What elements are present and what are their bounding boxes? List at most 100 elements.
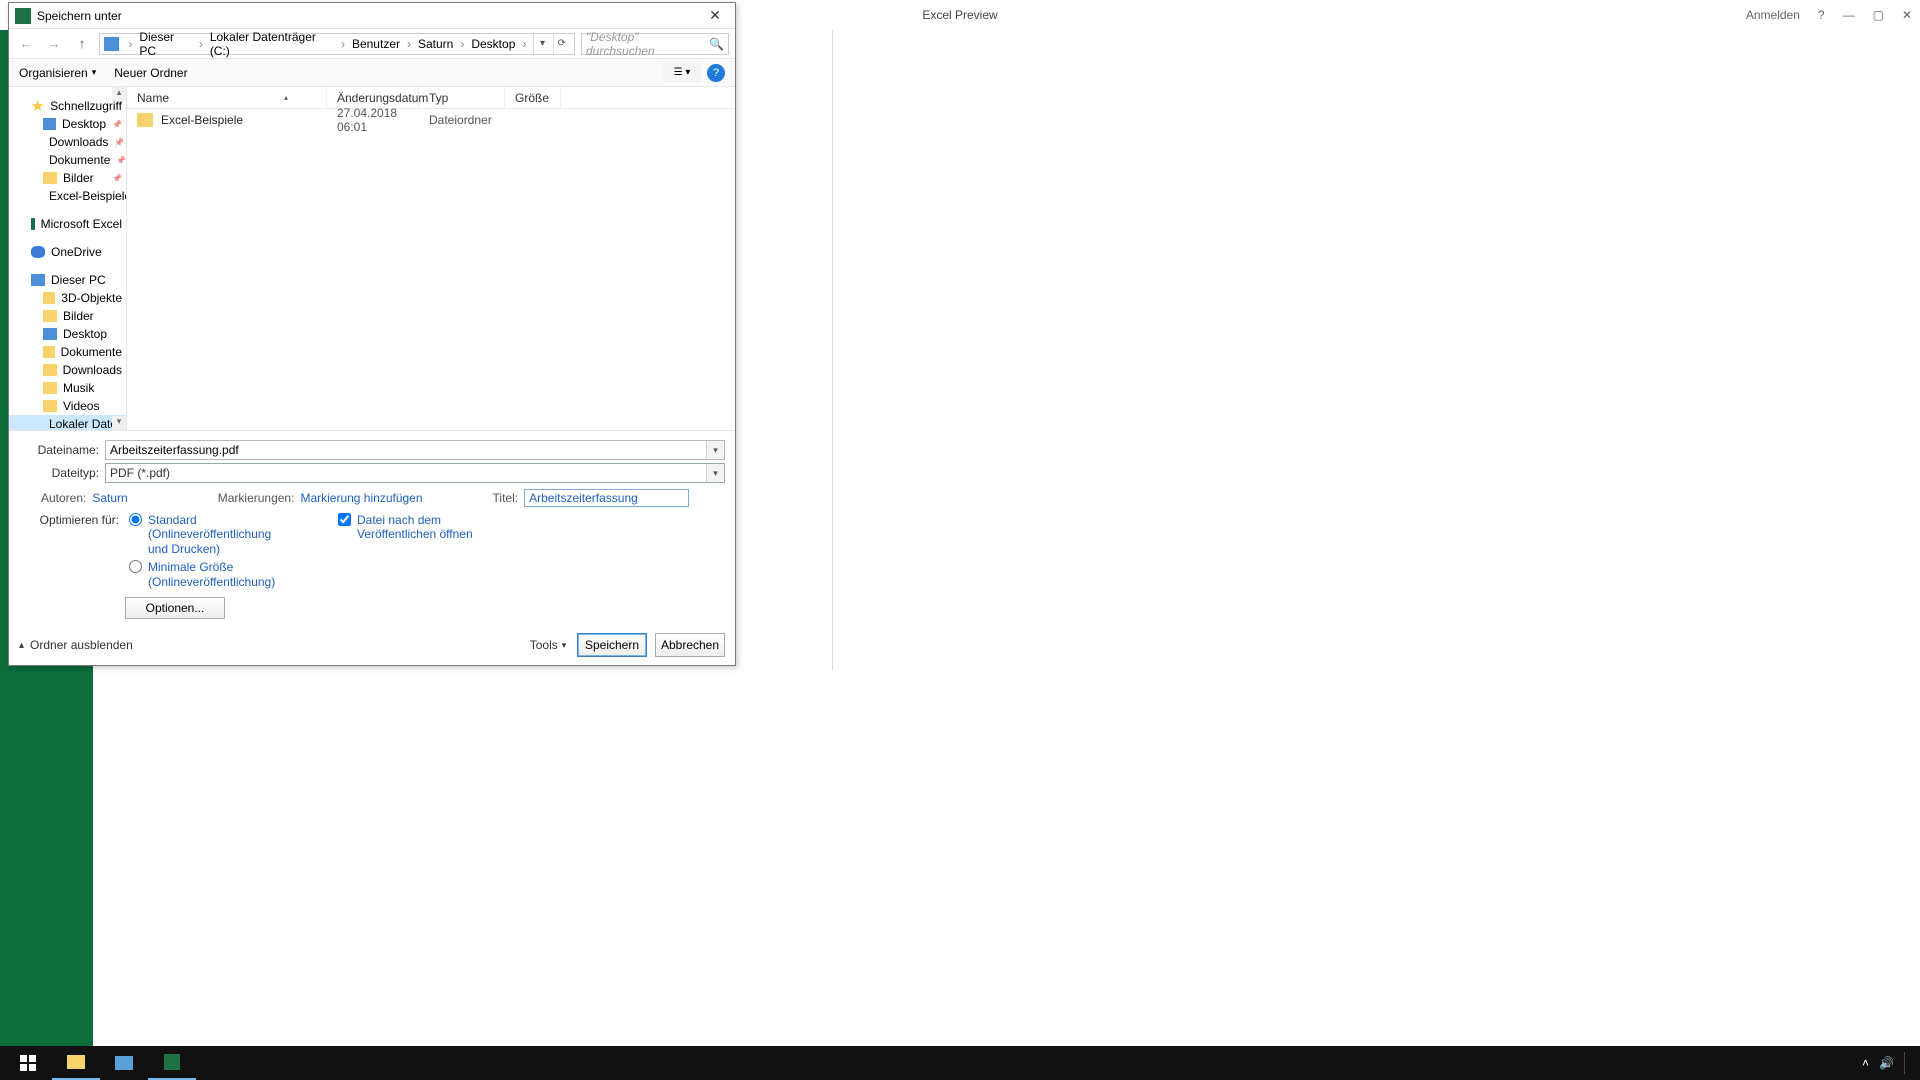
sign-in-link[interactable]: Anmelden [1746,8,1800,22]
nav-quick-access[interactable]: Schnellzugriff [9,97,126,115]
file-name: Excel-Beispiele [161,113,337,127]
nav-pictures[interactable]: Bilder [9,169,126,187]
chevron-down-icon: ▾ [562,640,567,651]
col-size[interactable]: Größe [505,87,561,108]
cancel-button[interactable]: Abbrechen [655,633,725,657]
taskbar-app[interactable] [100,1046,148,1080]
maximize-icon[interactable]: ▢ [1873,8,1884,22]
taskbar-explorer[interactable] [52,1046,100,1080]
breadcrumb[interactable]: › Dieser PC › Lokaler Datenträger (C:) ›… [99,33,575,55]
nav-ms-excel[interactable]: Microsoft Excel [9,215,126,233]
title-label: Titel: [493,491,519,505]
tray-up-icon[interactable]: ˄ [1862,1056,1869,1070]
view-mode-button[interactable]: ☰ ▾ [663,63,701,83]
address-bar-row: ← → ↑ › Dieser PC › Lokaler Datenträger … [9,29,735,59]
bc-users[interactable]: Benutzer [350,37,402,51]
file-list[interactable]: Excel-Beispiele 27.04.2018 06:01 Dateior… [127,109,735,430]
nav-local-disk[interactable]: Lokaler Datenträ [9,415,126,430]
nav-videos[interactable]: Videos [9,397,126,415]
folder-icon [67,1055,85,1069]
optimize-label: Optimieren für: [19,513,119,527]
forward-button[interactable]: → [43,33,65,55]
bc-saturn[interactable]: Saturn [416,37,455,51]
nav-excel-beispiele[interactable]: Excel-Beispiele [9,187,126,205]
open-after-checkbox[interactable]: Datei nach dem Veröffentlichen öffnen [338,513,497,542]
filename-label: Dateiname: [19,443,105,457]
options-button[interactable]: Optionen... [125,597,225,619]
nav-onedrive[interactable]: OneDrive [9,243,126,261]
nav-desktop2[interactable]: Desktop [9,325,126,343]
file-list-area: Name▴ Änderungsdatum Typ Größe Excel-Bei… [127,87,735,430]
bc-disk[interactable]: Lokaler Datenträger (C:) [208,30,336,58]
taskbar-excel[interactable] [148,1046,196,1080]
organize-menu[interactable]: Organisieren ▾ [19,66,96,80]
nav-music[interactable]: Musik [9,379,126,397]
up-button[interactable]: ↑ [71,33,93,55]
help-icon[interactable]: ? [1818,8,1825,22]
file-date: 27.04.2018 06:01 [337,106,429,134]
title-input[interactable] [524,489,689,507]
close-dialog-button[interactable]: ✕ [695,7,735,24]
excel-icon [164,1054,180,1070]
authors-value[interactable]: Saturn [92,491,127,505]
refresh-button[interactable]: ⟳ [553,34,570,54]
back-button[interactable]: ← [15,33,37,55]
sort-indicator-icon: ▴ [284,93,316,102]
hide-folders-toggle[interactable]: ▴ Ordner ausblenden [19,638,133,652]
optimize-radios: Standard (Onlineveröffentlichung und Dru… [129,513,288,589]
search-icon: 🔍 [709,37,724,51]
chevron-down-icon: ▾ [92,67,97,78]
filetype-select[interactable]: PDF (*.pdf) ▾ [105,463,725,483]
nav-3d-objects[interactable]: 3D-Objekte [9,289,126,307]
col-type[interactable]: Typ [419,87,505,108]
nav-documents2[interactable]: Dokumente [9,343,126,361]
app-icon [115,1056,133,1070]
navigation-pane[interactable]: ▴ Schnellzugriff Desktop Downloads Dokum… [9,87,127,430]
search-input[interactable]: "Desktop" durchsuchen 🔍 [581,33,729,55]
tools-menu[interactable]: Tools ▾ [527,634,569,656]
toolbar: Organisieren ▾ Neuer Ordner ☰ ▾ ? [9,59,735,87]
nav-this-pc[interactable]: Dieser PC [9,271,126,289]
file-row[interactable]: Excel-Beispiele 27.04.2018 06:01 Dateior… [127,109,735,131]
nav-desktop[interactable]: Desktop [9,115,126,133]
new-folder-button[interactable]: Neuer Ordner [114,66,187,80]
tags-label: Markierungen: [218,491,295,505]
bc-desktop[interactable]: Desktop [469,37,517,51]
filename-field[interactable] [110,443,720,457]
bc-this-pc[interactable]: Dieser PC [137,30,193,58]
show-desktop[interactable] [1904,1052,1910,1074]
col-date[interactable]: Änderungsdatum [327,87,419,108]
search-placeholder: "Desktop" durchsuchen [586,30,709,58]
authors-label: Autoren: [41,491,86,505]
nav-downloads[interactable]: Downloads [9,133,126,151]
close-excel-icon[interactable]: ✕ [1902,8,1912,22]
filetype-dropdown[interactable]: ▾ [706,464,724,482]
excel-file-icon [15,8,31,24]
tags-value[interactable]: Markierung hinzufügen [300,491,422,505]
scroll-up-icon[interactable]: ▴ [112,87,126,101]
col-name[interactable]: Name▴ [127,87,327,108]
filetype-label: Dateityp: [19,466,105,480]
taskbar[interactable]: ˄ 🔊 [0,1046,1920,1080]
folder-icon [137,113,153,127]
radio-minimal[interactable]: Minimale Größe (Onlineveröffentlichung) [129,560,288,589]
dialog-title: Speichern unter [37,9,122,23]
filename-dropdown[interactable]: ▾ [706,441,724,459]
filetype-value: PDF (*.pdf) [110,466,170,480]
dialog-titlebar: Speichern unter ✕ [9,3,735,29]
chevron-up-icon: ▴ [19,640,24,651]
scroll-down-icon[interactable]: ▾ [112,416,126,430]
start-button[interactable] [4,1046,52,1080]
nav-documents[interactable]: Dokumente [9,151,126,169]
volume-icon[interactable]: 🔊 [1879,1056,1894,1070]
minimize-icon[interactable]: — [1843,8,1855,22]
radio-standard[interactable]: Standard (Onlineveröffentlichung und Dru… [129,513,288,556]
breadcrumb-dropdown[interactable]: ▾ [533,34,550,54]
help-button[interactable]: ? [707,64,725,82]
excel-title: Excel Preview [922,8,997,22]
nav-downloads2[interactable]: Downloads [9,361,126,379]
breadcrumb-sep: › [125,37,135,51]
nav-pictures2[interactable]: Bilder [9,307,126,325]
filename-input[interactable]: ▾ [105,440,725,460]
save-button[interactable]: Speichern [577,633,647,657]
